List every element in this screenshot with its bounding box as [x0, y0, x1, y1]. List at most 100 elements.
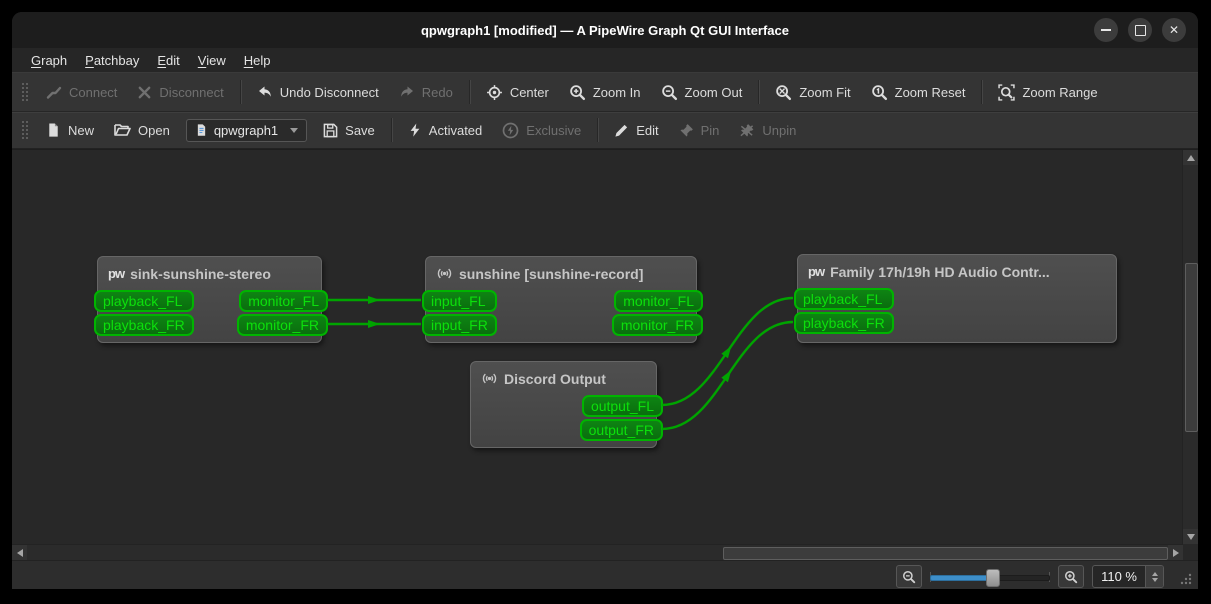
broadcast-icon	[482, 373, 497, 384]
horizontal-scrollbar[interactable]	[12, 544, 1183, 560]
port-monitor-fl[interactable]: monitor_FL	[239, 290, 328, 312]
arrow-down-icon	[1186, 533, 1195, 540]
disconnect-icon	[139, 86, 151, 98]
menu-graph[interactable]: Graph	[22, 51, 76, 70]
wire-arrow	[368, 320, 380, 328]
node-sink-sunshine-stereo[interactable]: pw sink-sunshine-stereo playback_FL play…	[94, 256, 328, 343]
node-discord-output[interactable]: Discord Output output_FL output_FR	[470, 361, 663, 448]
maximize-button[interactable]	[1128, 18, 1152, 42]
undo-button[interactable]: Undo Disconnect	[247, 79, 389, 105]
connect-button[interactable]: Connect	[36, 79, 127, 105]
close-button[interactable]: ✕	[1162, 18, 1186, 42]
minimize-button[interactable]	[1094, 18, 1118, 42]
patchbay-file-value: qpwgraph1	[213, 122, 279, 138]
scroll-up-button[interactable]	[1183, 150, 1198, 165]
broadcast-icon	[437, 268, 452, 279]
spin-up-icon	[1151, 571, 1158, 576]
zoom-out-button[interactable]: Zoom Out	[651, 79, 753, 106]
statusbar: 110 %	[12, 560, 1198, 589]
patchbay-file-select[interactable]: qpwgraph1	[185, 118, 308, 142]
app-window: qpwgraph1 [modified] — A PipeWire Graph …	[12, 12, 1198, 589]
toolbar-drag-handle[interactable]	[21, 120, 29, 140]
pin-button[interactable]: Pin	[669, 118, 730, 143]
patchbay-toolbar: New Open qpwgraph1 Save Activated Exclus…	[12, 112, 1198, 149]
node-title: sunshine [sunshine-record]	[459, 265, 644, 282]
zoom-in-button[interactable]: Zoom In	[559, 79, 651, 106]
zoom-out-icon	[661, 84, 677, 100]
open-button[interactable]: Open	[104, 117, 180, 143]
new-button[interactable]: New	[36, 117, 104, 143]
center-icon	[486, 84, 502, 100]
port-input-fr[interactable]: input_FR	[422, 314, 497, 336]
port-playback-fl[interactable]: playback_FL	[94, 290, 194, 312]
zoom-fit-icon	[776, 84, 792, 100]
scroll-right-button[interactable]	[1168, 545, 1183, 560]
zoom-slider-fill	[930, 574, 995, 581]
port-output-fl[interactable]: output_FL	[581, 395, 663, 417]
node-family-hd-audio[interactable]: pw Family 17h/19h HD Audio Contr... play…	[794, 254, 1117, 343]
port-monitor-fr[interactable]: monitor_FR	[236, 314, 328, 336]
menu-edit[interactable]: Edit	[148, 51, 188, 70]
center-button[interactable]: Center	[476, 79, 559, 106]
port-playback-fr[interactable]: playback_FR	[94, 314, 194, 336]
redo-button[interactable]: Redo	[389, 79, 463, 105]
edit-button[interactable]: Edit	[604, 118, 668, 143]
toolbar-separator	[390, 118, 392, 142]
wire-arrow	[721, 346, 732, 359]
port-input-fl[interactable]: input_FL	[422, 290, 497, 312]
lightning-circle-icon	[502, 122, 519, 138]
port-playback-fl[interactable]: playback_FL	[794, 288, 894, 310]
chevron-down-icon	[290, 127, 299, 133]
connect-icon	[46, 86, 62, 99]
resize-grip[interactable]	[1179, 572, 1193, 586]
pipewire-icon: pw	[808, 264, 825, 279]
minimize-icon	[1101, 29, 1111, 31]
scroll-left-button[interactable]	[12, 545, 27, 560]
scroll-down-button[interactable]	[1183, 529, 1198, 544]
zoom-percent-spinbox[interactable]: 110 %	[1092, 565, 1164, 588]
zoom-in-icon	[1065, 570, 1078, 583]
port-output-fr[interactable]: output_FR	[579, 419, 663, 441]
spinbox-buttons[interactable]	[1145, 566, 1163, 587]
port-monitor-fr[interactable]: monitor_FR	[611, 314, 703, 336]
toolbar-drag-handle[interactable]	[21, 82, 29, 102]
toolbar-separator	[597, 118, 599, 142]
maximize-icon	[1134, 24, 1146, 36]
patchbay-file-icon	[197, 124, 205, 136]
menu-view[interactable]: View	[189, 51, 235, 70]
zoom-slider-handle[interactable]	[986, 568, 1001, 587]
arrow-left-icon	[16, 548, 23, 557]
disconnect-button[interactable]: Disconnect	[127, 80, 233, 105]
port-playback-fr[interactable]: playback_FR	[794, 312, 894, 334]
statusbar-zoom-in-button[interactable]	[1058, 565, 1085, 588]
exclusive-toggle[interactable]: Exclusive	[492, 117, 591, 144]
horizontal-scrollbar-thumb[interactable]	[723, 547, 1168, 560]
node-title: Family 17h/19h HD Audio Contr...	[830, 263, 1050, 280]
zoom-range-button[interactable]: Zoom Range	[988, 79, 1107, 106]
vertical-scrollbar[interactable]	[1182, 150, 1198, 544]
toolbar-separator	[758, 80, 760, 104]
node-sunshine[interactable]: sunshine [sunshine-record] input_FL inpu…	[422, 256, 703, 343]
port-monitor-fl[interactable]: monitor_FL	[614, 290, 703, 312]
unpin-button[interactable]: Unpin	[729, 118, 806, 143]
activated-toggle[interactable]: Activated	[398, 117, 492, 143]
zoom-in-icon	[570, 84, 585, 100]
vertical-scrollbar-thumb[interactable]	[1185, 263, 1198, 432]
toolbar-separator	[468, 80, 470, 104]
zoom-range-icon	[998, 83, 1016, 101]
node-title: sink-sunshine-stereo	[130, 265, 271, 282]
toolbar-separator	[239, 80, 241, 104]
menu-help[interactable]: Help	[235, 51, 280, 70]
statusbar-zoom-out-button[interactable]	[896, 565, 923, 588]
zoom-fit-button[interactable]: Zoom Fit	[765, 79, 860, 106]
open-folder-icon	[114, 124, 131, 136]
zoom-reset-button[interactable]: Zoom Reset	[861, 79, 976, 106]
graph-canvas[interactable]: pw sink-sunshine-stereo playback_FL play…	[12, 149, 1198, 560]
zoom-reset-icon	[871, 84, 887, 100]
window-title: qpwgraph1 [modified] — A PipeWire Graph …	[420, 22, 789, 38]
menu-patchbay[interactable]: Patchbay	[76, 51, 148, 70]
save-button[interactable]: Save	[313, 118, 385, 143]
redo-icon	[400, 86, 413, 97]
zoom-slider[interactable]	[930, 567, 1051, 587]
pin-icon	[680, 123, 693, 136]
